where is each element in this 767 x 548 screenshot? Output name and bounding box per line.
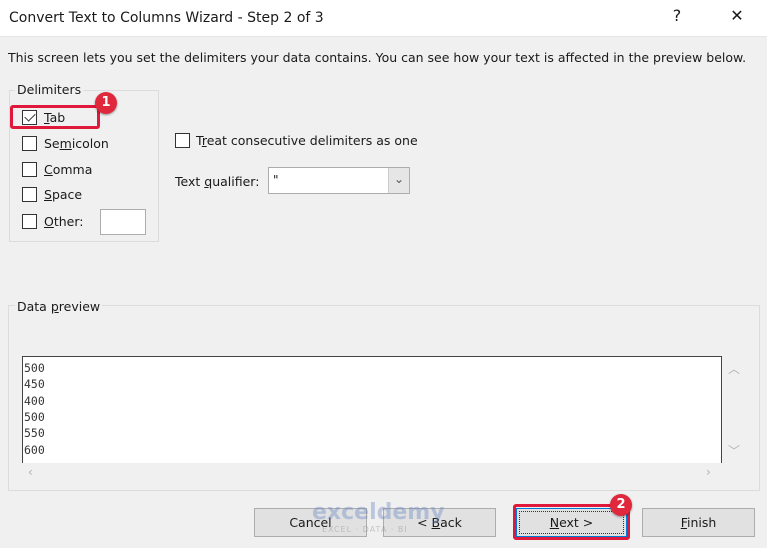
watermark-logo: exceldemy EXCEL · DATA · BI [312, 500, 445, 534]
text-qualifier-select[interactable]: " ⌄ [268, 167, 410, 194]
preview-row: 500 [24, 409, 45, 424]
delimiters-legend: Delimiters [15, 82, 84, 97]
scroll-right-icon[interactable]: › [706, 465, 711, 479]
qualifier-value: " [273, 173, 279, 187]
delimiter-label-3: Space [44, 187, 83, 202]
data-preview-box[interactable]: 500 450 400 500 550 600 [22, 356, 722, 463]
delimiter-label-2: Comma [44, 162, 93, 177]
badge-1: 1 [95, 92, 117, 114]
delimiter-checkbox-3[interactable] [22, 187, 37, 202]
finish-button[interactable]: Finish [642, 508, 755, 537]
delimiter-checkbox-4[interactable] [22, 214, 37, 229]
preview-row: 400 [24, 393, 45, 408]
preview-row: 450 [24, 377, 45, 392]
help-button[interactable]: ? [662, 6, 692, 25]
data-preview-legend: Data preview [15, 299, 103, 314]
delimiter-label-4: Other: [44, 214, 84, 229]
badge-2: 2 [610, 494, 632, 516]
scroll-left-icon[interactable]: ‹ [28, 465, 33, 479]
preview-row: 550 [24, 426, 45, 441]
delimiter-checkbox-1[interactable] [22, 136, 37, 151]
delimiter-checkbox-2[interactable] [22, 162, 37, 177]
instruction-text: This screen lets you set the delimiters … [8, 50, 747, 65]
preview-row: 600 [24, 442, 45, 457]
other-delimiter-input[interactable] [100, 209, 146, 235]
scroll-up-icon[interactable]: ︿ [728, 360, 740, 377]
chevron-down-icon[interactable]: ⌄ [388, 168, 409, 193]
delimiter-label-1: Semicolon [44, 136, 109, 151]
window-title: Convert Text to Columns Wizard - Step 2 … [9, 10, 324, 26]
highlight-tab [10, 105, 100, 129]
preview-row: 500 [24, 361, 45, 375]
close-button[interactable]: ✕ [722, 6, 752, 25]
consecutive-checkbox[interactable] [175, 133, 190, 148]
title-bar: Convert Text to Columns Wizard - Step 2 … [0, 0, 767, 37]
scroll-down-icon[interactable]: ﹀ [728, 442, 740, 459]
consecutive-label: Treat consecutive delimiters as one [196, 133, 418, 148]
qualifier-label: Text qualifier: [175, 174, 260, 189]
